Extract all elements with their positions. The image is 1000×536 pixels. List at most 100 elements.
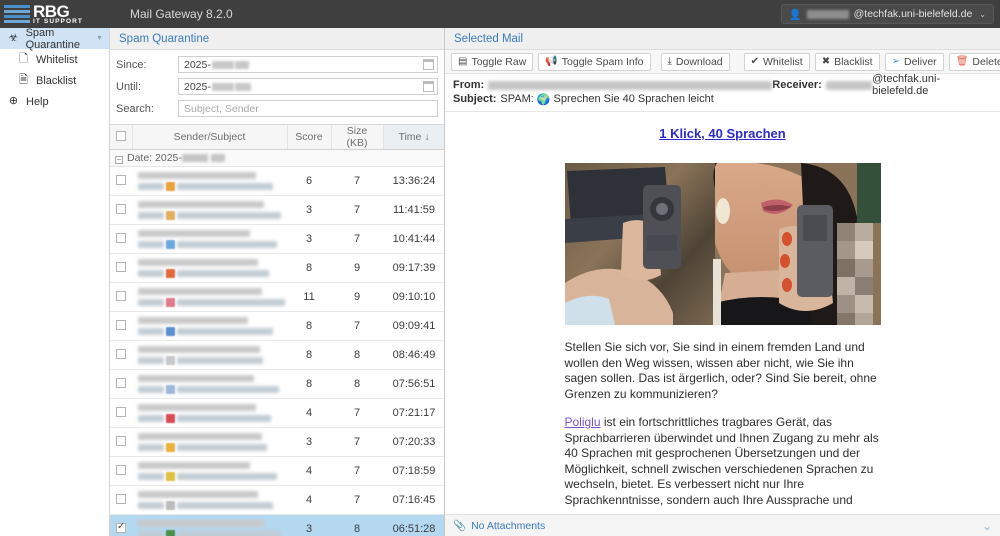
since-date-value: 2025- bbox=[184, 58, 211, 71]
row-checkbox[interactable] bbox=[116, 174, 126, 185]
table-row[interactable]: 3806:51:28 bbox=[110, 514, 444, 536]
until-date-input[interactable]: 2025- bbox=[178, 78, 438, 95]
subject-redacted bbox=[177, 328, 273, 335]
filter-label-until: Until: bbox=[116, 80, 142, 93]
table-row[interactable]: 3 7 10:41:44 bbox=[110, 224, 444, 254]
until-date-redacted bbox=[211, 82, 234, 91]
trash-icon: 🗑 bbox=[955, 55, 969, 67]
row-time: 10:41:44 bbox=[383, 224, 444, 254]
row-checkbox-cell[interactable] bbox=[110, 398, 132, 428]
row-checkbox-cell[interactable] bbox=[110, 253, 132, 283]
row-checkbox[interactable] bbox=[116, 406, 126, 417]
delete-label: Delete bbox=[972, 55, 1000, 68]
check-icon: ✔ bbox=[750, 55, 760, 67]
table-row[interactable]: 8 8 07:56:51 bbox=[110, 369, 444, 399]
search-input[interactable]: Subject, Sender bbox=[178, 100, 438, 117]
select-all-header[interactable] bbox=[110, 125, 133, 150]
chevron-down-circle-icon[interactable]: ⌄ bbox=[982, 519, 992, 533]
sidebar-item-spam-quarantine[interactable]: ☣ Spam Quarantine ▼ bbox=[0, 27, 109, 51]
row-checkbox[interactable] bbox=[116, 261, 126, 272]
column-header-sender-subject[interactable]: Sender/Subject bbox=[132, 125, 288, 150]
table-row[interactable]: 3 7 07:20:33 bbox=[110, 427, 444, 457]
row-checkbox[interactable] bbox=[116, 435, 126, 446]
row-checkbox-cell[interactable] bbox=[110, 485, 132, 515]
row-score: 8 bbox=[287, 253, 331, 283]
table-row[interactable]: 6 7 13:36:24 bbox=[110, 166, 444, 196]
whitelist-button[interactable]: ✔ Whitelist bbox=[743, 52, 810, 71]
subject-spam-prefix: SPAM: bbox=[500, 93, 534, 105]
until-date-value: 2025- bbox=[184, 80, 211, 93]
subject-icon bbox=[166, 356, 175, 365]
sidebar-item-blacklist[interactable]: 🗎 Blacklist bbox=[0, 70, 109, 91]
row-checkbox-cell[interactable] bbox=[110, 195, 132, 225]
row-time: 09:10:10 bbox=[383, 282, 444, 312]
mail-list-scroll[interactable]: Sender/Subject Score Size (KB) Time ↓ − … bbox=[110, 124, 444, 536]
row-checkbox-cell[interactable] bbox=[110, 369, 132, 399]
since-date-input[interactable]: 2025- bbox=[178, 56, 438, 73]
column-header-time[interactable]: Time ↓ bbox=[383, 125, 444, 150]
date-group-redacted bbox=[181, 154, 208, 162]
since-date-redacted bbox=[211, 60, 234, 69]
row-checkbox[interactable] bbox=[116, 464, 126, 475]
row-checkbox-cell[interactable] bbox=[110, 224, 132, 254]
row-checkbox[interactable] bbox=[116, 493, 126, 504]
deliver-button[interactable]: ➢ Deliver bbox=[884, 52, 944, 71]
table-row[interactable]: 8 8 08:46:49 bbox=[110, 340, 444, 370]
table-row[interactable]: 11 9 09:10:10 bbox=[110, 282, 444, 312]
row-checkbox-cell[interactable] bbox=[110, 514, 132, 536]
mail-body-content: 1 Klick, 40 Sprachen Stellen Sie sich vo… bbox=[445, 112, 1000, 514]
date-group-row[interactable]: − Date: 2025- bbox=[110, 149, 444, 167]
row-checkbox-cell[interactable] bbox=[110, 456, 132, 486]
table-row[interactable]: 8 9 09:17:39 bbox=[110, 253, 444, 283]
table-row[interactable]: 4 7 07:21:17 bbox=[110, 398, 444, 428]
sidebar-label-whitelist: Whitelist bbox=[36, 53, 78, 66]
column-header-size[interactable]: Size (KB) bbox=[331, 125, 384, 150]
download-button[interactable]: ⤓ Download bbox=[660, 52, 730, 71]
table-row[interactable]: 3 7 11:41:59 bbox=[110, 195, 444, 225]
table-row[interactable]: 4 7 07:18:59 bbox=[110, 456, 444, 486]
row-checkbox-cell[interactable] bbox=[110, 427, 132, 457]
row-sender-subject bbox=[132, 311, 287, 341]
mail-headline: 1 Klick, 40 Sprachen bbox=[565, 126, 881, 141]
collapse-minus-icon[interactable]: − bbox=[115, 156, 123, 164]
row-sender-subject bbox=[132, 514, 287, 536]
table-row[interactable]: 4 7 07:16:45 bbox=[110, 485, 444, 515]
subject-prefix-redacted bbox=[138, 299, 164, 306]
row-checkbox[interactable] bbox=[116, 521, 126, 533]
blacklist-button[interactable]: ✖ Blacklist bbox=[814, 52, 880, 71]
column-header-score[interactable]: Score bbox=[287, 125, 332, 150]
subject-prefix-redacted bbox=[138, 531, 164, 536]
row-checkbox[interactable] bbox=[116, 377, 126, 388]
delete-button[interactable]: 🗑 Delete bbox=[948, 52, 1000, 71]
subject-prefix-redacted bbox=[138, 212, 164, 219]
poliglu-link[interactable]: Poliglu bbox=[565, 415, 601, 429]
row-score: 3 bbox=[287, 195, 331, 225]
toggle-spam-info-button[interactable]: 📢 Toggle Spam Info bbox=[538, 52, 651, 71]
row-checkbox-cell[interactable] bbox=[110, 311, 132, 341]
row-checkbox[interactable] bbox=[116, 232, 126, 243]
row-checkbox-cell[interactable] bbox=[110, 340, 132, 370]
table-row[interactable]: 8 7 09:09:41 bbox=[110, 311, 444, 341]
sidebar-item-whitelist[interactable]: 🗋 Whitelist bbox=[0, 49, 109, 70]
date-group-redacted-2 bbox=[210, 154, 225, 162]
row-checkbox[interactable] bbox=[116, 290, 126, 301]
sender-redacted bbox=[138, 259, 258, 266]
subject-icon bbox=[166, 443, 175, 452]
select-all-checkbox[interactable] bbox=[115, 130, 126, 141]
calendar-icon[interactable] bbox=[423, 59, 434, 70]
sidebar: ☣ Spam Quarantine ▼ 🗋 Whitelist 🗎 Blackl… bbox=[0, 27, 110, 536]
headline-link[interactable]: 1 Klick, 40 Sprachen bbox=[659, 126, 785, 141]
row-score: 8 bbox=[287, 340, 331, 370]
calendar-icon[interactable] bbox=[423, 81, 434, 92]
sidebar-item-help[interactable]: ⊕ Help bbox=[0, 91, 109, 112]
sidebar-label-help: Help bbox=[26, 95, 49, 108]
row-checkbox[interactable] bbox=[116, 203, 126, 214]
row-checkbox-cell[interactable] bbox=[110, 166, 132, 196]
sort-descending-icon: ↓ bbox=[424, 131, 430, 143]
row-checkbox[interactable] bbox=[116, 348, 126, 359]
user-menu[interactable]: 👤 @techfak.uni-bielefeld.de ⌄ bbox=[780, 4, 994, 24]
subject-redacted bbox=[177, 357, 263, 364]
toggle-raw-button[interactable]: ▤ Toggle Raw bbox=[451, 52, 534, 71]
row-checkbox[interactable] bbox=[116, 319, 126, 330]
row-checkbox-cell[interactable] bbox=[110, 282, 132, 312]
